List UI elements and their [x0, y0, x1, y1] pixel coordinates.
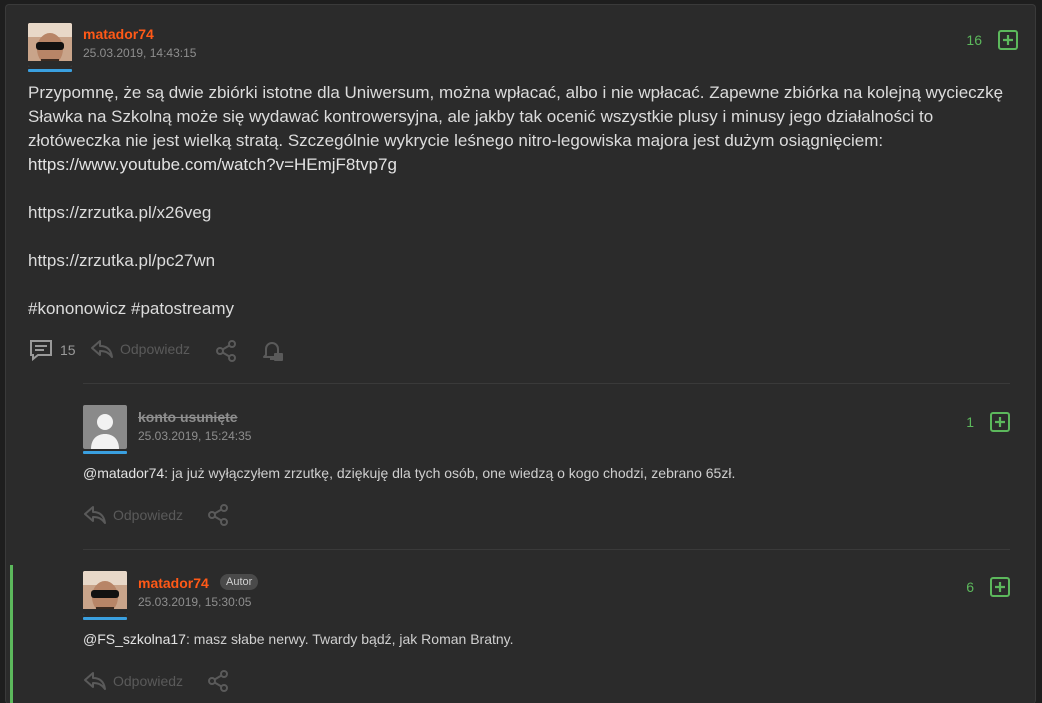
comment-share-button[interactable] — [206, 669, 230, 693]
zrzutka-link-1[interactable]: https://zrzutka.pl/x26veg — [28, 201, 211, 225]
comment-reply-button[interactable]: Odpowiedz — [83, 670, 183, 692]
comments-button[interactable]: 15 — [28, 338, 76, 362]
comment-upvote-button[interactable] — [990, 412, 1010, 432]
comment-content: : ja już wyłączyłem zrzutkę, dziękuję dl… — [164, 465, 736, 481]
comment-upvote-button[interactable] — [990, 577, 1010, 597]
entry-card: matador74 25.03.2019, 14:43:15 16 Przypo… — [5, 4, 1036, 703]
share-icon — [208, 670, 228, 692]
comment-avatar[interactable] — [83, 571, 127, 615]
zrzutka-link-2[interactable]: https://zrzutka.pl/pc27wn — [28, 249, 215, 273]
comment-date[interactable]: 25.03.2019, 15:30:05 — [138, 595, 251, 609]
comment-author[interactable]: matador74 — [138, 575, 209, 591]
comment-author[interactable]: konto usunięte — [138, 409, 238, 425]
share-icon — [216, 340, 236, 362]
youtube-link[interactable]: https://www.youtube.com/watch?v=HEmjF8tv… — [28, 155, 397, 174]
comment-vote-count: 1 — [966, 414, 974, 430]
comments-divider — [83, 383, 1010, 384]
reply-label: Odpowiedz — [120, 341, 191, 357]
comments-count: 15 — [60, 342, 76, 358]
notification-icon — [263, 342, 283, 361]
comment-content: : masz słabe nerwy. Twardy bądź, jak Rom… — [185, 631, 514, 647]
comments-icon — [30, 340, 52, 362]
comment-mention[interactable]: @matador74 — [83, 465, 164, 481]
comment-reply-label: Odpowiedz — [113, 507, 184, 523]
post-paragraph: Przypomnę, że są dwie zbiórki istotne dl… — [28, 83, 1004, 150]
comment-mention[interactable]: @FS_szkolna17 — [83, 631, 186, 647]
comment-date[interactable]: 25.03.2019, 15:24:35 — [138, 429, 251, 443]
vote-count: 16 — [966, 32, 982, 48]
plus-icon — [995, 417, 1005, 427]
thread-highlight-bar — [10, 565, 13, 703]
author-avatar[interactable] — [28, 23, 72, 67]
notify-button[interactable] — [260, 339, 284, 363]
author-name[interactable]: matador74 — [83, 26, 154, 42]
reply-icon — [84, 672, 106, 690]
upvote-button[interactable] — [998, 30, 1018, 50]
comment-text: @matador74: ja już wyłączyłem zrzutkę, d… — [83, 463, 1010, 483]
comment-avatar-bar — [83, 451, 127, 454]
author-badge: Autor — [220, 574, 259, 590]
plus-icon — [995, 582, 1005, 592]
reply-button[interactable]: Odpowiedz — [90, 338, 190, 360]
post-date[interactable]: 25.03.2019, 14:43:15 — [83, 46, 196, 60]
reply-icon — [91, 340, 113, 358]
share-button[interactable] — [214, 339, 238, 363]
reply-icon — [84, 506, 106, 524]
comment-share-button[interactable] — [206, 503, 230, 527]
comment-vote-count: 6 — [966, 579, 974, 595]
comment-reply-label: Odpowiedz — [113, 673, 184, 689]
share-icon — [208, 504, 228, 526]
comment-avatar[interactable] — [83, 405, 127, 449]
comment-text: @FS_szkolna17: masz słabe nerwy. Twardy … — [83, 629, 1010, 649]
comment-reply-button[interactable]: Odpowiedz — [83, 504, 183, 526]
plus-icon — [1003, 35, 1013, 45]
post-tags[interactable]: #kononowicz #patostreamy — [28, 297, 234, 321]
post-body: Przypomnę, że są dwie zbiórki istotne dl… — [28, 81, 1018, 177]
author-avatar-bar — [28, 69, 72, 72]
comment-avatar-bar — [83, 617, 127, 620]
comment-divider — [83, 549, 1010, 550]
